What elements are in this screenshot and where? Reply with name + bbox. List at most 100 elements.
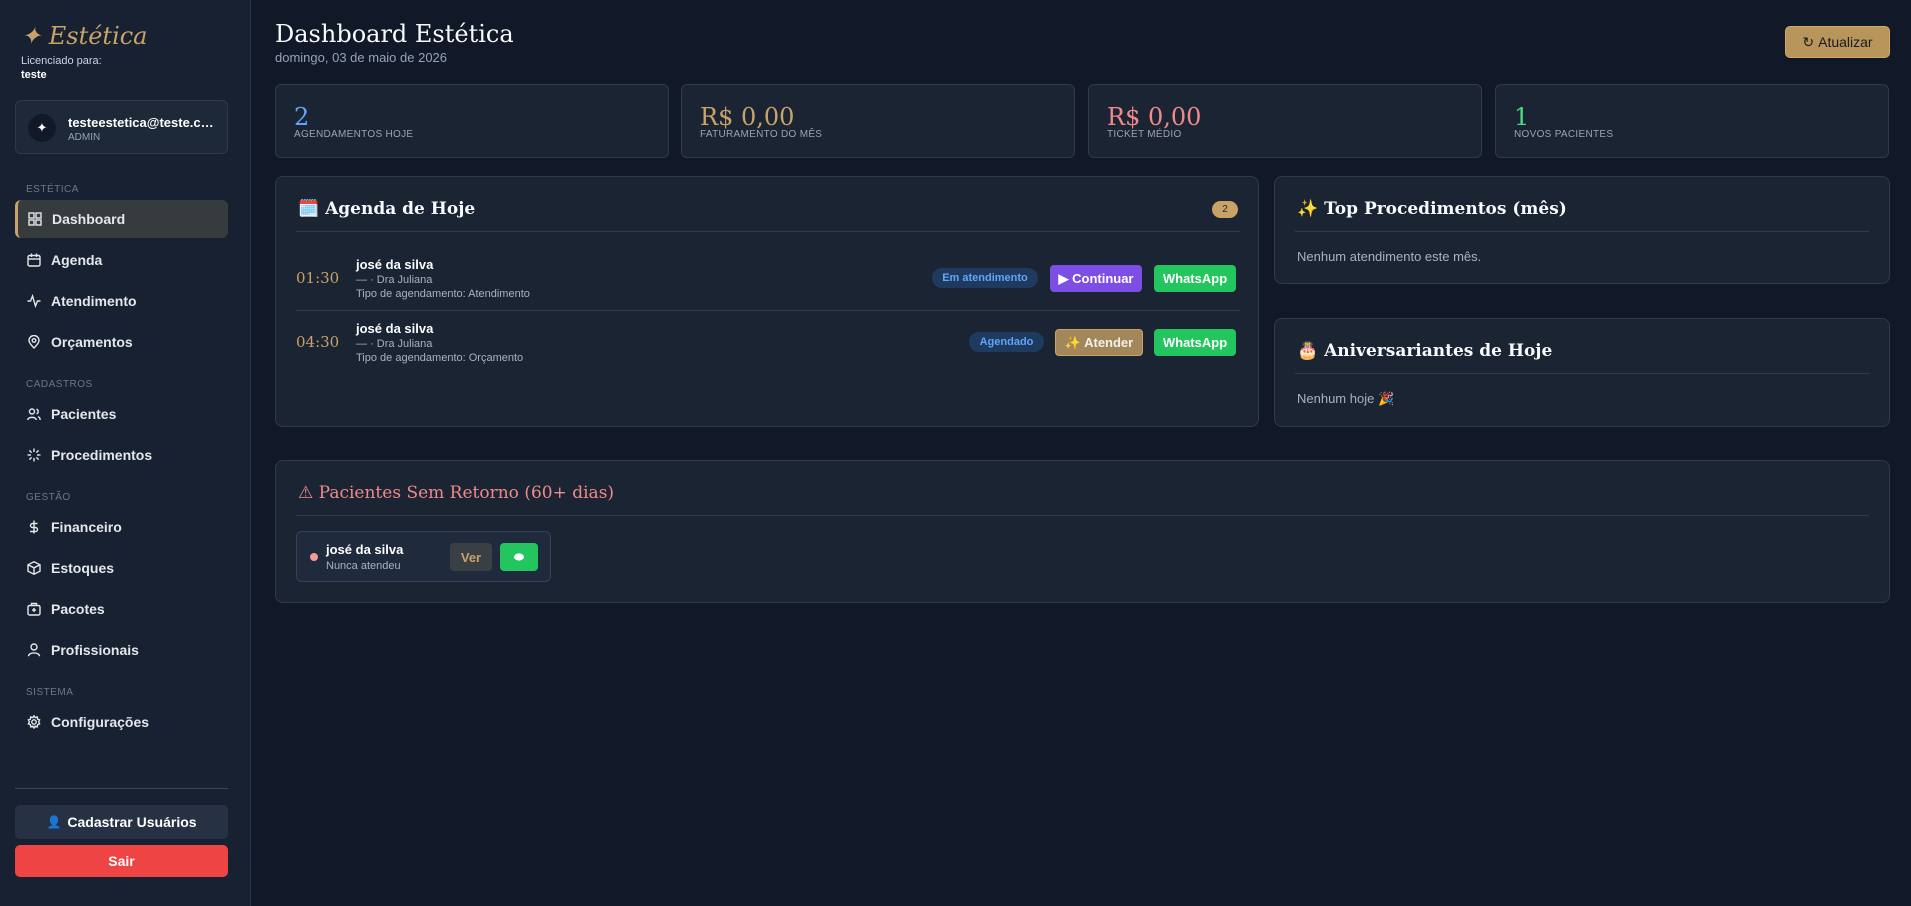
register-users-label: Cadastrar Usuários: [67, 814, 197, 830]
sidebar-item-atendimento[interactable]: Atendimento: [15, 282, 228, 320]
empty-state: Nenhum atendimento este mês.: [1297, 249, 1482, 264]
avatar: ✦: [28, 114, 56, 142]
page-title: Dashboard Estética: [275, 20, 514, 48]
section-label-estetica: ESTÉTICA: [26, 184, 79, 195]
sidebar-item-procedimentos[interactable]: Procedimentos: [15, 436, 228, 474]
box-icon: [27, 561, 41, 575]
whatsapp-chat-button[interactable]: [500, 543, 538, 571]
count-badge: 2: [1212, 201, 1238, 218]
divider: [1295, 231, 1869, 232]
sidebar-item-label: Procedimentos: [51, 447, 153, 463]
patient-chip: josé da silva Nunca atendeu Ver: [296, 531, 551, 582]
refresh-label: Atualizar: [1818, 34, 1873, 50]
view-patient-button[interactable]: Ver: [450, 543, 492, 571]
section-label-sistema: SISTEMA: [26, 687, 74, 698]
sidebar-item-orcamentos[interactable]: Orçamentos: [15, 323, 228, 361]
sidebar-item-estoques[interactable]: Estoques: [15, 549, 228, 587]
refresh-icon: ↻: [1802, 33, 1815, 50]
calendar-emoji-icon: 🗓️: [298, 199, 320, 219]
agenda-card: 🗓️ Agenda de Hoje 2 01:30 josé da silva …: [275, 176, 1259, 427]
stat-value: R$ 0,00: [1107, 103, 1202, 131]
sidebar-item-profissionais[interactable]: Profissionais: [15, 631, 228, 669]
stat-label: AGENDAMENTOS HOJE: [294, 129, 414, 140]
whatsapp-button[interactable]: WhatsApp: [1154, 329, 1236, 356]
sidebar-item-label: Dashboard: [52, 211, 126, 227]
user-email: testeestetica@teste.com: [68, 115, 218, 130]
sidebar-item-label: Orçamentos: [51, 334, 133, 350]
divider: [1295, 373, 1869, 374]
logout-button[interactable]: Sair: [15, 845, 228, 877]
appointment-professional: — · Dra Juliana: [356, 274, 433, 286]
sidebar-item-dashboard[interactable]: Dashboard: [15, 200, 228, 238]
sidebar-item-label: Financeiro: [51, 519, 122, 535]
sidebar-item-configuracoes[interactable]: Configurações: [15, 703, 228, 741]
top-procedures-title: Top Procedimentos (mês): [1324, 199, 1567, 219]
sidebar-item-label: Pacientes: [51, 406, 117, 422]
stat-card-new-patients: 1 NOVOS PACIENTES: [1495, 84, 1889, 158]
appointment-patient: josé da silva: [356, 321, 434, 336]
divider: [296, 515, 1869, 516]
appointment-time: 01:30: [296, 269, 340, 287]
stat-label: TICKET MÉDIO: [1107, 129, 1182, 140]
user-icon: [27, 643, 41, 657]
stat-label: FATURAMENTO DO MÊS: [700, 129, 823, 140]
no-return-card: ⚠ Pacientes Sem Retorno (60+ dias) josé …: [275, 460, 1890, 603]
whatsapp-button[interactable]: WhatsApp: [1154, 265, 1236, 292]
top-procedures-card: ✨ Top Procedimentos (mês) Nenhum atendim…: [1274, 176, 1890, 284]
license-label: Licenciado para:: [21, 55, 102, 67]
continue-button[interactable]: ▶ Continuar: [1050, 265, 1142, 292]
appointment-type: Tipo de agendamento: Atendimento: [356, 288, 530, 300]
sidebar-item-label: Configurações: [51, 714, 150, 730]
sidebar-item-agenda[interactable]: Agenda: [15, 241, 228, 279]
users-icon: [27, 408, 41, 421]
calendar-icon: [27, 253, 41, 267]
sidebar-item-label: Profissionais: [51, 642, 139, 658]
section-label-cadastros: CADASTROS: [26, 379, 93, 390]
empty-state: Nenhum hoje 🎉: [1297, 391, 1395, 406]
map-pin-icon: [28, 335, 40, 349]
no-return-title: Pacientes Sem Retorno (60+ dias): [318, 483, 615, 503]
sidebar-divider: [15, 788, 228, 789]
package-icon: [27, 602, 41, 616]
agenda-title: Agenda de Hoje: [325, 199, 476, 219]
status-badge: Agendado: [969, 332, 1044, 352]
appointment-time: 04:30: [296, 333, 340, 351]
status-dot: [310, 553, 318, 561]
user-card[interactable]: ✦ testeestetica@teste.com ADMIN: [15, 100, 228, 154]
stat-card-ticket: R$ 0,00 TICKET MÉDIO: [1088, 84, 1482, 158]
sidebar: ✦ Estética Licenciado para: teste ✦ test…: [0, 0, 251, 906]
chat-bubble-icon: [514, 553, 524, 561]
grid-icon: [28, 212, 42, 226]
license-info: Licenciado para: teste: [21, 54, 102, 82]
stat-value: 1: [1514, 103, 1530, 131]
divider: [296, 231, 1240, 232]
sidebar-item-pacientes[interactable]: Pacientes: [15, 395, 228, 433]
register-users-button[interactable]: 👤 Cadastrar Usuários: [15, 805, 228, 839]
stat-card-revenue: R$ 0,00 FATURAMENTO DO MÊS: [681, 84, 1075, 158]
license-name: teste: [21, 69, 47, 81]
gear-icon: [27, 715, 41, 729]
appointment-patient: josé da silva: [356, 257, 434, 272]
stat-value: 2: [294, 103, 310, 131]
patient-name: josé da silva: [326, 542, 404, 557]
sidebar-item-pacotes[interactable]: Pacotes: [15, 590, 228, 628]
user-add-icon: 👤: [46, 815, 62, 829]
sparkles-icon: ✨: [1297, 199, 1319, 219]
warning-icon: ⚠: [298, 483, 314, 503]
birthdays-card: 🎂 Aniversariantes de Hoje Nenhum hoje 🎉: [1274, 318, 1890, 427]
card-title: ✨ Top Procedimentos (mês): [1297, 199, 1567, 219]
card-title: 🗓️ Agenda de Hoje: [298, 199, 475, 219]
refresh-button[interactable]: ↻ Atualizar: [1785, 26, 1890, 58]
stat-card-appointments: 2 AGENDAMENTOS HOJE: [275, 84, 669, 158]
brand-logo: ✦ Estética: [21, 22, 148, 50]
card-title: 🎂 Aniversariantes de Hoje: [1297, 341, 1552, 361]
sidebar-item-label: Pacotes: [51, 601, 105, 617]
status-badge: Em atendimento: [932, 268, 1038, 288]
activity-icon: [27, 294, 41, 308]
sidebar-item-label: Estoques: [51, 560, 115, 576]
section-label-gestao: GESTÃO: [26, 492, 71, 503]
sidebar-item-financeiro[interactable]: Financeiro: [15, 508, 228, 546]
attend-button[interactable]: ✨ Atender: [1055, 329, 1143, 356]
dollar-icon: [29, 520, 39, 534]
stat-label: NOVOS PACIENTES: [1514, 129, 1614, 140]
